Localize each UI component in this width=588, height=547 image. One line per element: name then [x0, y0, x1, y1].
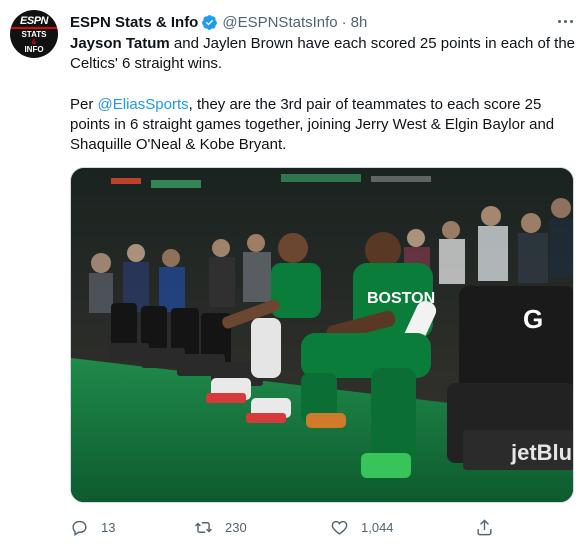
- share-icon: [477, 518, 492, 535]
- tweet-header: ESPN Stats & Info @ESPNStatsInfo · 8h: [70, 11, 367, 33]
- heart-icon: [331, 520, 348, 535]
- author-name[interactable]: ESPN Stats & Info: [70, 14, 198, 31]
- retweet-icon: [195, 521, 212, 533]
- tweet-actions: 13 230 1,044: [70, 513, 510, 541]
- author-handle[interactable]: @ESPNStatsInfo: [222, 14, 337, 31]
- tweet-text-paragraph-2: Per @EliasSports, they are the 3rd pair …: [70, 95, 580, 155]
- share-button[interactable]: [475, 513, 506, 541]
- gatorade-logo: G: [523, 304, 543, 334]
- avatar-logo-stats-info: STATS & INFO: [18, 31, 50, 54]
- tweet-card[interactable]: ESPN STATS & INFO ESPN Stats & Info @ESP…: [0, 0, 588, 547]
- tweet-photo[interactable]: jetBlue G BOSTON: [70, 167, 574, 503]
- reply-button[interactable]: 13: [70, 513, 115, 541]
- retweet-count: 230: [225, 519, 247, 535]
- header-separator: ·: [341, 13, 347, 31]
- chair-jetblue-logo: jetBlue: [510, 440, 574, 465]
- tweet-timestamp[interactable]: 8h: [351, 14, 368, 31]
- tweet-text-2-pre: Per: [70, 96, 98, 113]
- mention-link[interactable]: @EliasSports: [98, 96, 189, 113]
- avatar-logo-espn: ESPN: [10, 15, 58, 29]
- photo-illustration: jetBlue G BOSTON: [71, 168, 574, 502]
- verified-badge-icon: [202, 14, 218, 30]
- tweet-text-paragraph-1: Jayson Tatum and Jaylen Brown have each …: [70, 34, 580, 74]
- avatar-logo-stats: STATS: [21, 30, 47, 39]
- reply-icon: [72, 520, 87, 536]
- avatar-logo-info: INFO: [24, 45, 44, 54]
- like-button[interactable]: 1,044: [330, 513, 394, 541]
- tweet-bold-name: Jayson Tatum: [70, 35, 170, 52]
- reply-count: 13: [101, 519, 116, 535]
- more-dots-icon[interactable]: [552, 11, 578, 31]
- avatar[interactable]: ESPN STATS & INFO: [10, 10, 58, 58]
- retweet-button[interactable]: 230: [194, 513, 247, 541]
- like-count: 1,044: [361, 519, 394, 535]
